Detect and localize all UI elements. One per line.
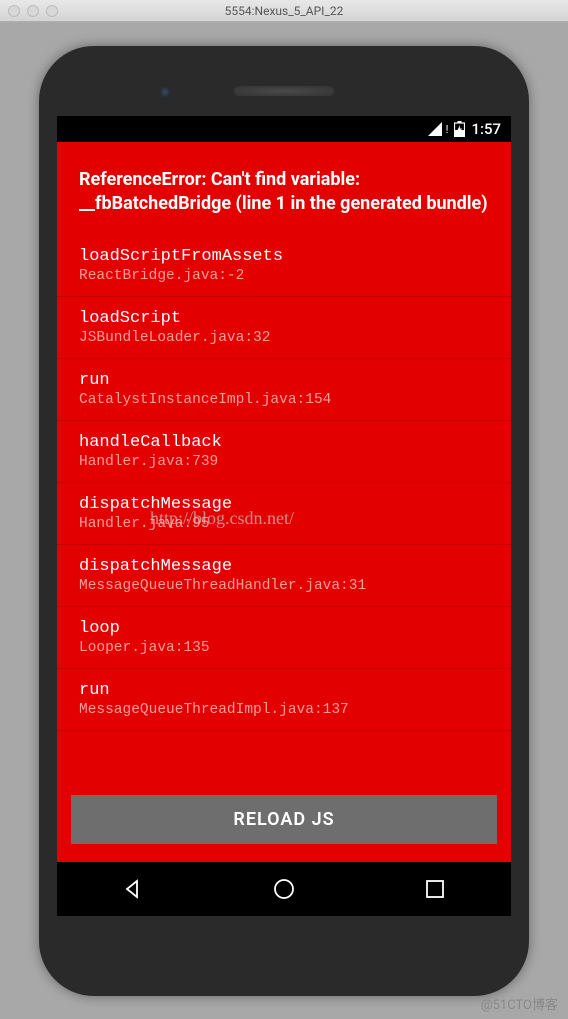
phone-frame: ! 1:57 ReferenceError: Can't find variab… [39,46,529,996]
frame-method: run [79,371,489,390]
nav-back-button[interactable] [121,877,145,901]
reload-js-button[interactable]: RELOAD JS [71,795,497,844]
frame-file: MessageQueueThreadImpl.java:137 [79,702,489,718]
stack-frame[interactable]: handleCallback Handler.java:739 [57,421,511,483]
stack-frame[interactable]: run CatalystInstanceImpl.java:154 [57,359,511,421]
frame-file: ReactBridge.java:-2 [79,268,489,284]
emulator-area: ! 1:57 ReferenceError: Can't find variab… [0,22,568,1006]
earpiece [234,86,334,96]
stack-frame[interactable]: dispatchMessage Handler.java:95 [57,483,511,545]
frame-file: JSBundleLoader.java:32 [79,330,489,346]
mac-window-buttons [8,5,58,17]
stack-frame[interactable]: dispatchMessage MessageQueueThreadHandle… [57,545,511,607]
stack-frame[interactable]: loop Looper.java:135 [57,607,511,669]
stack-frame[interactable]: loadScript JSBundleLoader.java:32 [57,297,511,359]
android-nav-bar [57,862,511,916]
window-title: 5554:Nexus_5_API_22 [0,4,568,18]
frame-method: dispatchMessage [79,495,489,514]
frame-method: handleCallback [79,433,489,452]
frame-file: Handler.java:95 [79,516,489,532]
frame-file: Handler.java:739 [79,454,489,470]
mac-minimize-button[interactable] [27,5,39,17]
stack-frame[interactable]: run MessageQueueThreadImpl.java:137 [57,669,511,731]
signal-icon: ! [428,122,449,136]
frame-method: run [79,681,489,700]
mac-close-button[interactable] [8,5,20,17]
nav-home-button[interactable] [272,877,296,901]
frame-method: loadScriptFromAssets [79,247,489,266]
mac-maximize-button[interactable] [46,5,58,17]
android-status-bar: ! 1:57 [57,116,511,142]
frame-file: MessageQueueThreadHandler.java:31 [79,578,489,594]
mac-titlebar: 5554:Nexus_5_API_22 [0,0,568,22]
frame-file: Looper.java:135 [79,640,489,656]
error-title: ReferenceError: Can't find variable: __f… [57,160,511,235]
stack-trace: loadScriptFromAssets ReactBridge.java:-2… [57,235,511,781]
battery-charging-icon [454,121,465,137]
device-screen: ! 1:57 ReferenceError: Can't find variab… [57,116,511,916]
frame-method: loop [79,619,489,638]
nav-recent-button[interactable] [423,877,447,901]
react-native-redbox: ReferenceError: Can't find variable: __f… [57,142,511,862]
frame-file: CatalystInstanceImpl.java:154 [79,392,489,408]
frame-method: dispatchMessage [79,557,489,576]
frame-method: loadScript [79,309,489,328]
front-camera [159,86,171,98]
stack-frame[interactable]: loadScriptFromAssets ReactBridge.java:-2 [57,235,511,297]
status-clock: 1:57 [471,120,501,138]
footer-watermark: @51CTO博客 [481,994,558,1013]
